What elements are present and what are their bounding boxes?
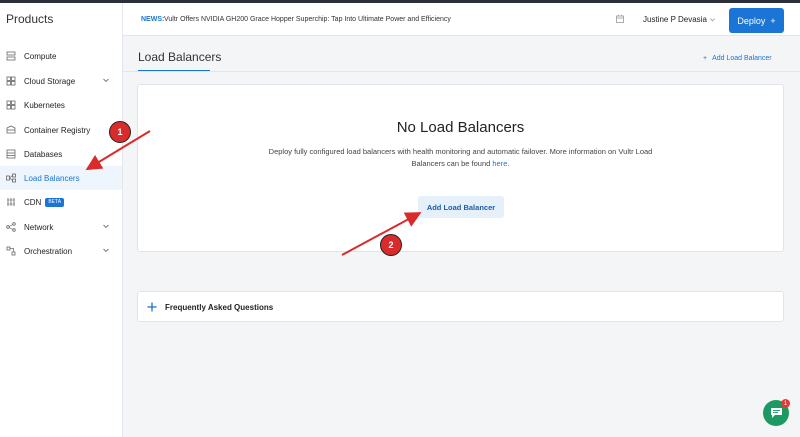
tab-load-balancers[interactable]: Load Balancers [138,50,221,64]
sidebar-item-orchestration[interactable]: Orchestration [0,239,122,263]
empty-state-text: Deploy fully configured load balancers w… [268,147,653,168]
chevron-down-icon [103,224,109,229]
sidebar-item-cloud-storage[interactable]: Cloud Storage [0,69,122,93]
sidebar-item-label: Orchestration [24,246,73,256]
compute-icon [6,51,16,61]
sidebar-item-label: Load Balancers [24,173,80,183]
top-header: NEWS: Vultr Offers NVIDIA GH200 Grace Ho… [123,3,800,36]
plus-icon [147,302,157,312]
sidebar-item-network[interactable]: Network [0,215,122,239]
network-icon [6,222,16,232]
kubernetes-icon [6,100,16,110]
storage-icon [6,76,16,86]
beta-badge: BETA [45,197,65,207]
sidebar-item-databases[interactable]: Databases [0,142,122,166]
sidebar-item-compute[interactable]: Compute [0,44,122,68]
sidebar-item-label: CDN [24,197,42,207]
deploy-label: Deploy [737,15,766,26]
faq-accordion[interactable]: Frequently Asked Questions [137,291,784,322]
tab-divider [123,71,800,72]
orchestration-icon [6,246,16,256]
sidebar-item-label: Cloud Storage [24,76,76,86]
faq-label: Frequently Asked Questions [165,303,274,312]
info-link[interactable]: here [492,159,507,168]
registry-icon [6,125,16,135]
news-link[interactable]: Vultr Offers NVIDIA GH200 Grace Hopper S… [164,16,451,23]
plus-icon: + [770,15,776,26]
add-load-balancer-link-label: Add Load Balancer [712,55,772,62]
sidebar-item-load-balancers[interactable]: Load Balancers [0,166,122,190]
chevron-down-icon [103,248,109,253]
sidebar-item-label: Container Registry [24,125,91,135]
user-menu[interactable]: Justine P Devasia [643,15,707,24]
sidebar-item-cdn[interactable]: CDN BETA [0,190,122,214]
load-balancer-icon [6,173,16,183]
add-load-balancer-link[interactable]: + Add Load Balancer [703,55,772,62]
sidebar-item-container-registry[interactable]: Container Registry [0,118,122,142]
news-tag: NEWS: [141,16,165,23]
notification-icon[interactable] [615,14,625,24]
sidebar-item-label: Databases [24,149,63,159]
chat-notification-badge: 1 [781,399,790,408]
add-load-balancer-button[interactable]: Add Load Balancer [418,196,504,218]
sidebar: Products Compute Cloud Storage Kubernete… [0,3,123,437]
sidebar-title: Products [6,12,54,26]
empty-state-card: No Load Balancers Deploy fully configure… [137,84,784,252]
sidebar-item-kubernetes[interactable]: Kubernetes [0,93,122,117]
chevron-down-icon [103,78,109,83]
annotation-marker-1: 1 [109,121,131,143]
empty-state-title: No Load Balancers [396,119,525,136]
annotation-marker-2: 2 [380,234,402,256]
database-icon [6,149,16,159]
sidebar-item-label: Compute [24,51,57,61]
tab-active-indicator [138,70,210,71]
deploy-button[interactable]: Deploy + [729,8,784,33]
empty-state-description: Deploy fully configured load balancers w… [258,146,663,170]
sidebar-item-label: Network [24,222,54,232]
chat-icon [770,408,782,418]
empty-state-period: . [507,159,510,168]
sidebar-item-label: Kubernetes [24,100,65,110]
plus-icon: + [703,55,708,62]
cdn-icon [6,197,16,207]
chevron-down-icon[interactable] [709,16,716,23]
